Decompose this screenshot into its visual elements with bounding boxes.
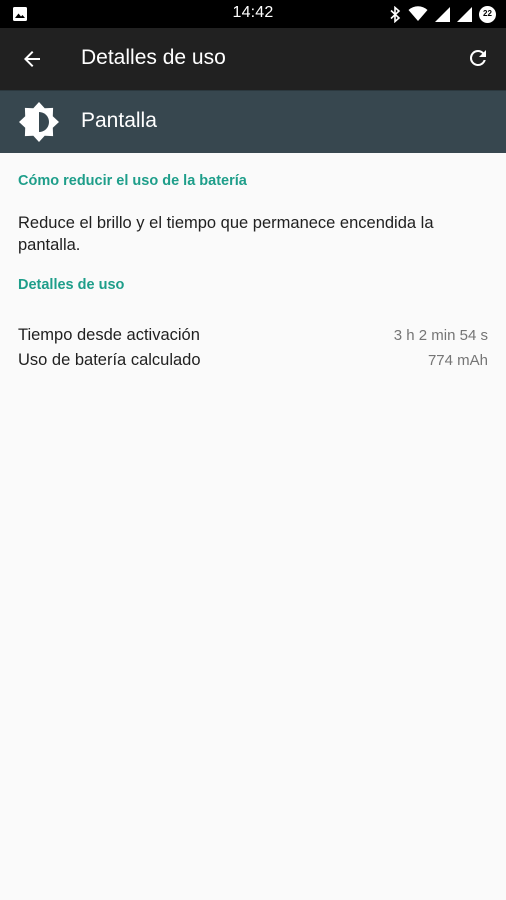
usage-row-active-time: Tiempo desde activación 3 h 2 min 54 s bbox=[18, 326, 488, 350]
brightness-icon bbox=[18, 101, 60, 143]
usage-row-label: Tiempo desde activación bbox=[18, 326, 200, 344]
arrow-back-icon[interactable] bbox=[20, 47, 44, 71]
wifi-icon bbox=[408, 6, 428, 22]
bluetooth-icon bbox=[390, 5, 401, 23]
app-name: Pantalla bbox=[81, 109, 157, 132]
status-icons: 22 bbox=[390, 4, 496, 24]
usage-row-value: 774 mAh bbox=[427, 352, 488, 369]
tip-section-title: Cómo reducir el uso de la batería bbox=[18, 173, 247, 189]
page-title: Detalles de uso bbox=[81, 46, 226, 69]
usage-row-value: 3 h 2 min 54 s bbox=[393, 327, 488, 344]
signal-icon bbox=[457, 6, 472, 22]
status-bar: 14:42 22 bbox=[0, 0, 506, 28]
tip-text: Reduce el brillo y el tiempo que permane… bbox=[18, 214, 434, 254]
usage-row-label: Uso de batería calculado bbox=[18, 351, 201, 369]
app-bar: Detalles de uso bbox=[0, 28, 506, 90]
signal-icon bbox=[435, 6, 450, 22]
battery-icon: 22 bbox=[479, 5, 496, 23]
screen: 14:42 22 Detalles de uso Pantalla Cómo r… bbox=[0, 0, 506, 900]
usage-section-title: Detalles de uso bbox=[18, 277, 125, 293]
usage-row-battery-use: Uso de batería calculado 774 mAh bbox=[18, 351, 488, 375]
refresh-icon[interactable] bbox=[466, 46, 490, 70]
app-header: Pantalla bbox=[0, 90, 506, 153]
